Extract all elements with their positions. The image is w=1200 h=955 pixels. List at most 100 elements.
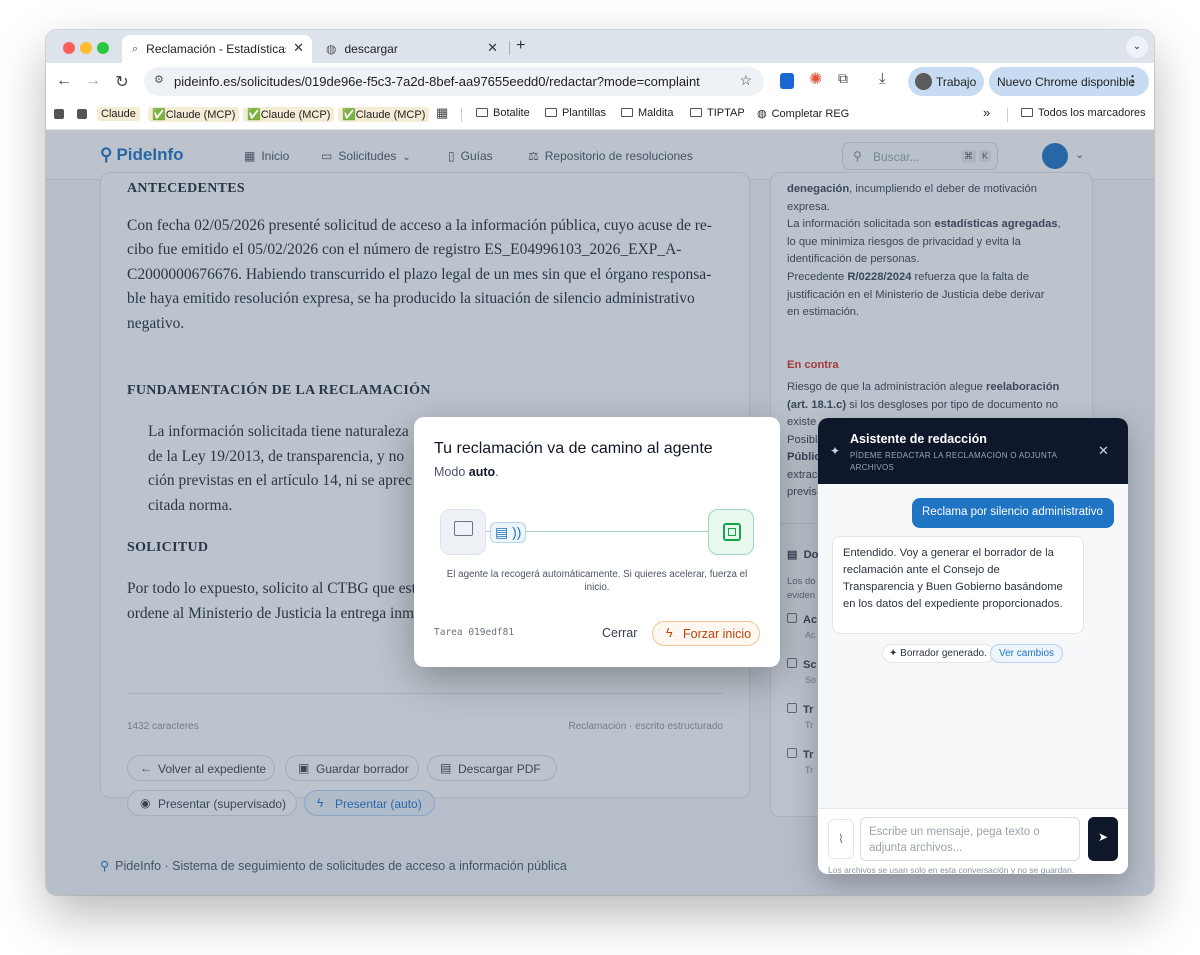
back-icon[interactable]: ← <box>54 72 74 90</box>
view-changes-button[interactable]: Ver cambios <box>990 644 1064 663</box>
close-icon[interactable]: ✕ <box>1098 443 1109 459</box>
bolt-icon: ϟ <box>666 626 673 640</box>
profile-avatar <box>915 73 932 90</box>
button-label: Forzar inicio <box>683 627 752 641</box>
bookmark-icon[interactable] <box>54 109 64 119</box>
new-tab-button[interactable]: + <box>516 37 525 55</box>
bookmark-folder-tiptap[interactable]: TIPTAP <box>690 107 745 119</box>
update-label: Nuevo Chrome disponible <box>997 75 1136 89</box>
tab-title: Reclamación - Estadísticas de <box>146 42 287 56</box>
bookmark-folder-plantillas[interactable]: Plantillas <box>545 107 606 119</box>
chat-subtitle: ARCHIVOS <box>850 463 895 472</box>
chat-messages: Reclama por silencio administrativo Ente… <box>818 484 1128 808</box>
bookmark-separator <box>461 108 462 122</box>
site-settings-icon[interactable]: ⚙ <box>154 73 164 86</box>
browser-window: ⌕ Reclamación - Estadísticas de ✕ ◍ desc… <box>46 30 1154 895</box>
assistant-message: Entendido. Voy a generar el borrador de … <box>832 536 1084 634</box>
globe-icon: ◍ <box>757 108 767 120</box>
input-placeholder: Escribe un mensaje, pega texto o <box>869 826 1040 838</box>
chat-input[interactable]: Escribe un mensaje, pega texto o adjunta… <box>860 817 1080 861</box>
bookmark-star-icon[interactable]: ☆ <box>739 72 752 89</box>
extension-shield-icon[interactable] <box>780 73 794 89</box>
send-button[interactable]: ➤ <box>1088 817 1118 861</box>
address-bar[interactable]: ⚙ pideinfo.es/solicitudes/019de96e-f5c3-… <box>144 67 764 96</box>
agent-node <box>708 509 754 555</box>
bookmarks-overflow-button[interactable]: » <box>983 105 990 120</box>
info-line: El agente la recogerá automáticamente. S… <box>446 569 748 580</box>
dialog-mode: Modo auto. <box>434 465 499 479</box>
profile-label: Trabajo <box>936 75 977 89</box>
sparkle-icon: ✦ <box>830 444 841 458</box>
tab-descargar[interactable]: ◍ descargar ✕ <box>316 35 506 63</box>
draft-generated-badge: ✦ Borrador generado. <box>882 644 994 663</box>
close-button[interactable]: Cerrar <box>602 626 637 640</box>
folder-icon <box>621 108 633 117</box>
extension-spark-icon[interactable]: ✺ <box>809 69 822 89</box>
search-icon: ⌕ <box>132 42 139 55</box>
chat-assistant-panel: ✦ Asistente de redacción PÍDEME REDACTAR… <box>818 418 1128 874</box>
message-line: reclamación ante el Consejo de <box>843 564 1000 576</box>
force-start-button[interactable]: ϟ Forzar inicio <box>652 621 760 646</box>
more-menu-icon[interactable]: ⋮ <box>1126 73 1139 89</box>
info-line: inicio. <box>584 582 610 593</box>
folder-icon <box>690 108 702 117</box>
bookmark-claude-mcp-1[interactable]: ✅Claude (MCP) <box>148 107 240 122</box>
mode-suffix: . <box>495 465 499 479</box>
url-text: pideinfo.es/solicitudes/019de96e-f5c3-7a… <box>174 74 700 89</box>
reload-icon[interactable]: ↻ <box>112 72 132 92</box>
tab-strip: ⌕ Reclamación - Estadísticas de ✕ ◍ desc… <box>46 30 1154 63</box>
bookmark-claude-mcp-2[interactable]: ✅Claude (MCP) <box>243 107 335 122</box>
mode-prefix: Modo <box>434 465 469 479</box>
page-viewport: ⚲ PideInfo ▦ Inicio ▭ Solicitudes ⌄ ▯ Guías ⚖… <box>46 130 1154 895</box>
task-id: Tarea 019edf81 <box>434 627 515 638</box>
bookmark-claude-mcp-3[interactable]: ✅Claude (MCP) <box>338 107 430 122</box>
bookmark-label: Todos los marcadores <box>1038 107 1146 119</box>
mode-value: auto <box>468 465 496 479</box>
bookmark-icon[interactable] <box>77 109 87 119</box>
minimize-window-button[interactable] <box>80 42 92 54</box>
chat-title: Asistente de redacción <box>850 432 987 446</box>
chrome-update-button[interactable]: Nuevo Chrome disponible ⋮ <box>989 67 1149 96</box>
message-line: en los datos del expediente proporcionad… <box>843 598 1063 610</box>
bookmark-separator <box>1007 108 1008 122</box>
document-moving-icon: ▤ )) <box>490 522 527 543</box>
close-window-button[interactable] <box>63 42 75 54</box>
bookmark-label: Completar REG <box>771 108 850 120</box>
bookmark-label: Botalite <box>493 107 530 119</box>
bookmark-completar-reg[interactable]: ◍ Completar REG <box>757 107 849 120</box>
agent-dispatch-dialog: Tu reclamación va de camino al agente Mo… <box>414 417 780 667</box>
folder-icon <box>1021 108 1033 117</box>
bookmark-label: TIPTAP <box>707 107 745 119</box>
attach-button[interactable]: ⌇ <box>828 819 854 859</box>
maximize-window-button[interactable] <box>97 42 109 54</box>
download-icon[interactable]: ⤓ <box>879 70 886 87</box>
chat-composer: ⌇ Escribe un mensaje, pega texto o adjun… <box>818 808 1128 874</box>
tab-reclamacion[interactable]: ⌕ Reclamación - Estadísticas de ✕ <box>122 35 312 63</box>
message-line: Entendido. Voy a generar el borrador de … <box>843 547 1054 559</box>
input-placeholder: adjunta archivos... <box>869 842 963 854</box>
dialog-info: El agente la recogerá automáticamente. S… <box>414 568 780 594</box>
extensions-puzzle-icon[interactable]: ⧉ <box>838 70 848 87</box>
chip-core <box>728 528 736 536</box>
bookmark-claude[interactable]: Claude <box>97 107 140 121</box>
chat-header: ✦ Asistente de redacción PÍDEME REDACTAR… <box>818 418 1128 484</box>
folder-icon <box>545 108 557 117</box>
bookmark-label: Maldita <box>638 107 674 119</box>
forward-icon[interactable]: → <box>83 72 103 90</box>
dialog-title: Tu reclamación va de camino al agente <box>434 440 713 457</box>
close-tab-icon[interactable]: ✕ <box>487 40 498 56</box>
apps-grid-icon[interactable]: ▦ <box>436 105 448 121</box>
folder-node <box>440 509 486 555</box>
all-bookmarks-folder[interactable]: Todos los marcadores <box>1021 107 1146 119</box>
bookmark-label: Plantillas <box>562 107 607 119</box>
tab-search-button[interactable]: ⌄ <box>1126 36 1148 58</box>
bookmark-folder-botalite[interactable]: Botalite <box>476 107 530 119</box>
tab-title: descargar <box>344 42 398 56</box>
chat-privacy-note: Los archivos se usan solo en esta conver… <box>828 865 1075 874</box>
message-line: Transparencia y Buen Gobierno basándome <box>843 581 1063 593</box>
bookmark-folder-maldita[interactable]: Maldita <box>621 107 673 119</box>
close-tab-icon[interactable]: ✕ <box>293 40 304 56</box>
chat-subtitle: PÍDEME REDACTAR LA RECLAMACIÓN O ADJUNTA <box>850 451 1058 460</box>
folder-icon <box>476 108 488 117</box>
profile-chip[interactable]: Trabajo <box>908 67 984 96</box>
